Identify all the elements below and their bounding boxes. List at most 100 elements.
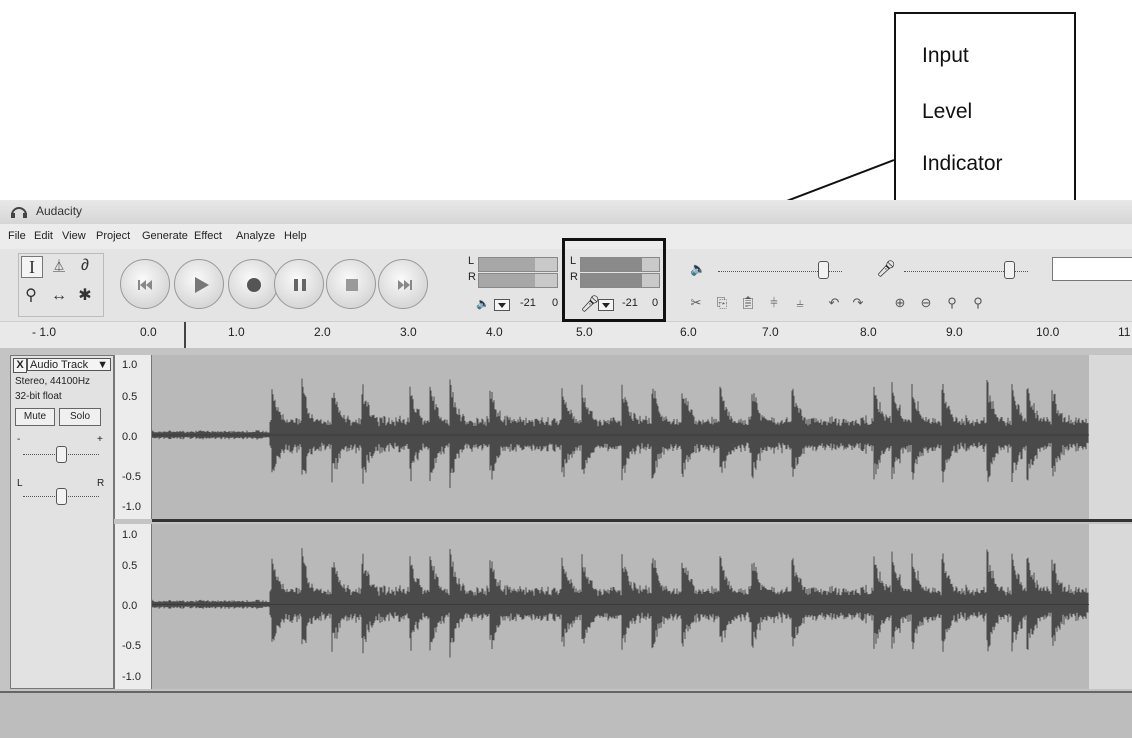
playback-meter-left	[478, 257, 558, 272]
ruler-label: 8.0	[860, 325, 877, 339]
vertical-ruler-channel-1: 1.0 0.5 0.0 -0.5 -1.0	[114, 355, 152, 519]
device-select[interactable]	[1052, 257, 1132, 281]
track-control-panel: X Audio Track ▼ Stereo, 44100Hz 32-bit f…	[10, 355, 114, 689]
playback-meter-r: R	[468, 271, 476, 283]
envelope-tool-icon[interactable]: ⏅	[49, 256, 69, 276]
paste-icon[interactable]: 📋︎	[738, 293, 758, 313]
waveform-1	[151, 378, 1089, 488]
zoom-out-icon[interactable]: ⊖	[916, 293, 936, 313]
waveform-path	[151, 378, 1089, 488]
waveform-path	[151, 548, 1089, 658]
menu-effect[interactable]: Effect	[194, 230, 222, 242]
ruler-label: 5.0	[576, 325, 593, 339]
ruler-label: 11	[1118, 325, 1131, 339]
pause-icon	[294, 279, 306, 291]
ruler-label: 2.0	[314, 325, 331, 339]
vruler-label: 0.0	[122, 431, 138, 443]
multi-tool-icon[interactable]: ✱	[75, 286, 95, 306]
ruler-label: 3.0	[400, 325, 417, 339]
menu-edit[interactable]: Edit	[34, 230, 53, 242]
pan-left-label: L	[17, 478, 23, 489]
vruler-label: -0.5	[122, 471, 141, 483]
playback-meter-dropdown[interactable]	[494, 299, 510, 311]
output-volume-icon: 🔈	[690, 261, 707, 276]
zoom-tool-icon[interactable]: ⚲	[21, 286, 41, 306]
menu-view[interactable]: View	[62, 230, 86, 242]
input-level-indicator-highlight	[562, 238, 666, 322]
ruler-label: 6.0	[680, 325, 697, 339]
input-volume-slider[interactable]	[1004, 261, 1016, 279]
pause-button[interactable]	[274, 259, 324, 309]
copy-icon[interactable]: ⎘	[712, 293, 732, 313]
pan-slider[interactable]	[56, 488, 67, 505]
input-volume-icon: 🎤︎	[876, 261, 897, 278]
pan-right-label: R	[97, 478, 105, 489]
menu-project[interactable]: Project	[96, 230, 130, 242]
output-volume-slider[interactable]	[818, 261, 830, 279]
menu-analyze[interactable]: Analyze	[236, 230, 275, 242]
track-bit-depth: 32-bit float	[15, 391, 62, 402]
speaker-icon: 🔈	[476, 298, 490, 310]
playback-meter-zero: 0	[552, 297, 559, 309]
skip-end-button[interactable]	[378, 259, 428, 309]
selection-tool-icon[interactable]: I	[21, 256, 43, 278]
vruler-label: 0.5	[122, 391, 138, 403]
menu-file[interactable]: File	[8, 230, 26, 242]
ruler-label: 0.0	[140, 325, 157, 339]
window-titlebar: Audacity	[0, 200, 1132, 224]
time-shift-tool-icon[interactable]: ↔	[49, 286, 69, 306]
stop-button[interactable]	[326, 259, 376, 309]
channel-separator	[152, 519, 1132, 522]
empty-track-area	[1089, 524, 1132, 689]
draw-tool-icon[interactable]: ∂	[75, 256, 95, 276]
playback-meter-right	[478, 273, 558, 288]
waveform-2	[151, 548, 1089, 658]
mute-button[interactable]: Mute	[15, 408, 55, 426]
gain-minus-label: -	[17, 434, 21, 445]
vruler-label: -1.0	[122, 501, 141, 513]
vruler-label: 0.5	[122, 560, 138, 572]
ruler-label: - 1.0	[32, 325, 57, 339]
gain-plus-label: +	[97, 434, 103, 445]
track-name: Audio Track	[30, 359, 89, 371]
trim-audio-icon[interactable]: ⫩	[764, 293, 784, 313]
track-name-menu[interactable]: Audio Track ▼	[27, 358, 111, 371]
play-icon	[195, 277, 209, 293]
waveform-channel-2[interactable]	[151, 524, 1089, 689]
track-format: Stereo, 44100Hz	[15, 376, 91, 387]
vruler-label: 0.0	[122, 600, 138, 612]
undo-icon[interactable]: ↶	[824, 293, 844, 313]
trim-icon[interactable]: ✂	[686, 293, 706, 313]
playback-meter-db: -21	[520, 297, 536, 309]
skip-end-icon	[398, 280, 412, 290]
ruler-label: 9.0	[946, 325, 963, 339]
ruler-label: 10.0	[1036, 325, 1060, 339]
tools-panel: I ⏅ ∂ ⚲ ↔ ✱	[18, 253, 104, 317]
menu-help[interactable]: Help	[284, 230, 307, 242]
chevron-down-icon: ▼	[97, 359, 108, 371]
timeline-ruler[interactable]: - 1.0 0.0 1.0 2.0 3.0 4.0 5.0 6.0 7.0 8.…	[0, 322, 1132, 349]
ruler-label: 1.0	[228, 325, 245, 339]
redo-icon[interactable]: ↷	[848, 293, 868, 313]
fit-selection-icon[interactable]: ⚲	[942, 293, 962, 313]
gain-slider[interactable]	[56, 446, 67, 463]
stop-icon	[346, 279, 358, 291]
audacity-logo-icon	[11, 207, 27, 218]
menu-generate[interactable]: Generate	[142, 230, 188, 242]
track-close-button[interactable]: X	[13, 358, 27, 373]
window-title: Audacity	[36, 204, 83, 218]
record-icon	[247, 278, 261, 292]
vruler-label: 1.0	[122, 529, 138, 541]
playback-meter-panel: L R 🔈 -21 0	[466, 253, 560, 317]
record-button[interactable]	[228, 259, 278, 309]
vruler-label: -0.5	[122, 640, 141, 652]
zoom-in-icon[interactable]: ⊕	[890, 293, 910, 313]
ruler-label: 7.0	[762, 325, 779, 339]
vruler-label: -1.0	[122, 671, 141, 683]
solo-button[interactable]: Solo	[59, 408, 101, 426]
fit-project-icon[interactable]: ⚲	[968, 293, 988, 313]
skip-start-button[interactable]	[120, 259, 170, 309]
play-button[interactable]	[174, 259, 224, 309]
silence-audio-icon[interactable]: ⫨	[790, 293, 810, 313]
waveform-channel-1[interactable]	[151, 355, 1089, 519]
